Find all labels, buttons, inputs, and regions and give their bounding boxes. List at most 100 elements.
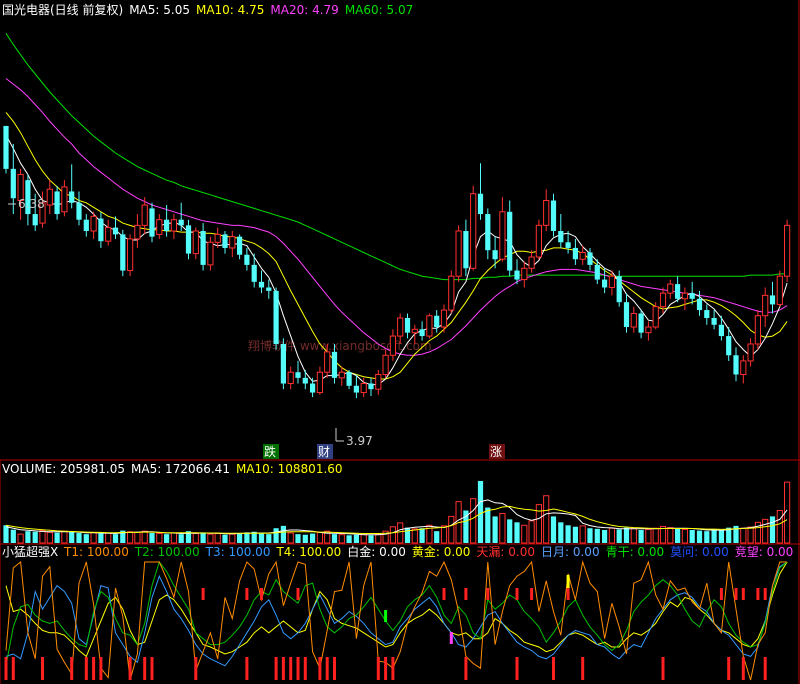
signal-bar-red (274, 657, 278, 680)
low-price-label: 3.97 (346, 434, 373, 448)
marker-die-text: 跌 (264, 444, 276, 459)
signal-bar-red (318, 657, 322, 680)
candle-body (164, 219, 170, 231)
signal-bar-red (552, 657, 555, 680)
signal-bar-red (245, 657, 249, 680)
signal-mark-red (566, 588, 570, 600)
volume-bar (696, 530, 703, 543)
candle-body (61, 186, 68, 213)
signal-mark-red (442, 588, 446, 600)
candle-body (156, 219, 163, 235)
candle-body (602, 279, 608, 288)
candle-body (419, 329, 425, 337)
marker-zhang: 涨 (489, 444, 505, 459)
candle-body (76, 202, 82, 220)
signal-bar-red (128, 657, 132, 680)
candle-body (681, 292, 688, 300)
volume-bar (295, 534, 301, 543)
volume-bar (273, 528, 279, 543)
candle-body (594, 264, 600, 280)
candle-body (675, 284, 681, 299)
signal-bar-red (41, 657, 44, 680)
candle-body (689, 293, 695, 299)
volume-bar (776, 510, 783, 544)
candle-body (178, 219, 184, 226)
candle-body (222, 234, 228, 248)
candle (455, 225, 462, 282)
candle-body (90, 215, 97, 232)
volume-bar (602, 530, 608, 543)
volume-bar (69, 531, 75, 543)
signal-bar-red (741, 657, 745, 680)
volume-bar (54, 532, 60, 543)
volume-bar (616, 529, 622, 543)
indicator-header-item: 日月: 0.00 (541, 545, 600, 559)
candle-body (251, 264, 257, 282)
signal-bar-red (333, 657, 336, 680)
candle-body (98, 218, 104, 242)
volume-bar (521, 524, 528, 544)
signal-bar-red (92, 657, 96, 680)
candle-body (229, 236, 236, 249)
volume-bar (310, 533, 316, 543)
signal-bar-red (296, 657, 300, 680)
candle-body (302, 377, 308, 384)
candle-body (784, 224, 791, 277)
volume-bar (200, 532, 206, 543)
candle-body (659, 292, 667, 308)
volume-bar (375, 533, 382, 544)
main-header-item: MA20: 4.79 (270, 3, 338, 17)
candle-body (368, 383, 374, 390)
candle-body (718, 324, 724, 337)
volume-bar (514, 522, 520, 543)
indicator-header-item: 莫问: 0.00 (670, 545, 729, 559)
volume-bar (718, 530, 724, 543)
marker-zhang-text: 涨 (490, 444, 502, 459)
volume-bar (558, 522, 564, 543)
candle-body (470, 193, 477, 269)
candle-body (149, 208, 155, 237)
volume-bar (543, 495, 550, 544)
signal-mark-yellow (566, 575, 570, 588)
volume-bar (434, 531, 440, 543)
volume-header-item: VOLUME: 205981.05 (2, 462, 125, 476)
marker-cai: 财 (317, 444, 333, 459)
volume-bar (397, 522, 404, 544)
candle-body (404, 317, 411, 333)
volume-bar (156, 533, 163, 544)
signal-bar-red (581, 657, 585, 680)
volume-bar (477, 480, 484, 543)
volume-bar (237, 532, 243, 543)
indicator-header-item: T3: 100.00 (205, 545, 271, 559)
main-header-item: MA5: 5.05 (129, 3, 190, 17)
candle (535, 219, 542, 260)
candle-body (521, 267, 528, 281)
candle-body (382, 354, 389, 375)
candle-body (711, 317, 717, 325)
candle-body (192, 230, 199, 255)
signal-bar-red (515, 657, 519, 680)
candle (426, 313, 433, 339)
volume-bar (499, 512, 506, 544)
signal-bar-red (376, 657, 380, 680)
main-header-item: 国光电器(日线 前复权) (2, 2, 123, 17)
volume-bar (258, 533, 265, 543)
signal-mark-red (741, 588, 745, 600)
candle-body (389, 335, 396, 356)
candle-body (127, 238, 134, 272)
candle-body (623, 302, 630, 328)
candle-body (316, 371, 323, 394)
candle-body (733, 355, 739, 375)
candle-body (704, 310, 710, 318)
stock-chart: 翔博软件 www.xiangbosoft.com 6.38 3.97 跌 财 涨… (0, 0, 800, 684)
volume-bar (170, 532, 178, 544)
signal-mark-magenta (449, 632, 453, 644)
signal-bar-red (303, 657, 307, 680)
candle-body (587, 252, 593, 265)
volume-bar (594, 528, 600, 543)
volume-bar (338, 534, 345, 544)
candle-body (295, 372, 301, 378)
signal-mark-red (515, 588, 519, 600)
candle (754, 310, 761, 350)
signal-bar-red (763, 657, 767, 680)
